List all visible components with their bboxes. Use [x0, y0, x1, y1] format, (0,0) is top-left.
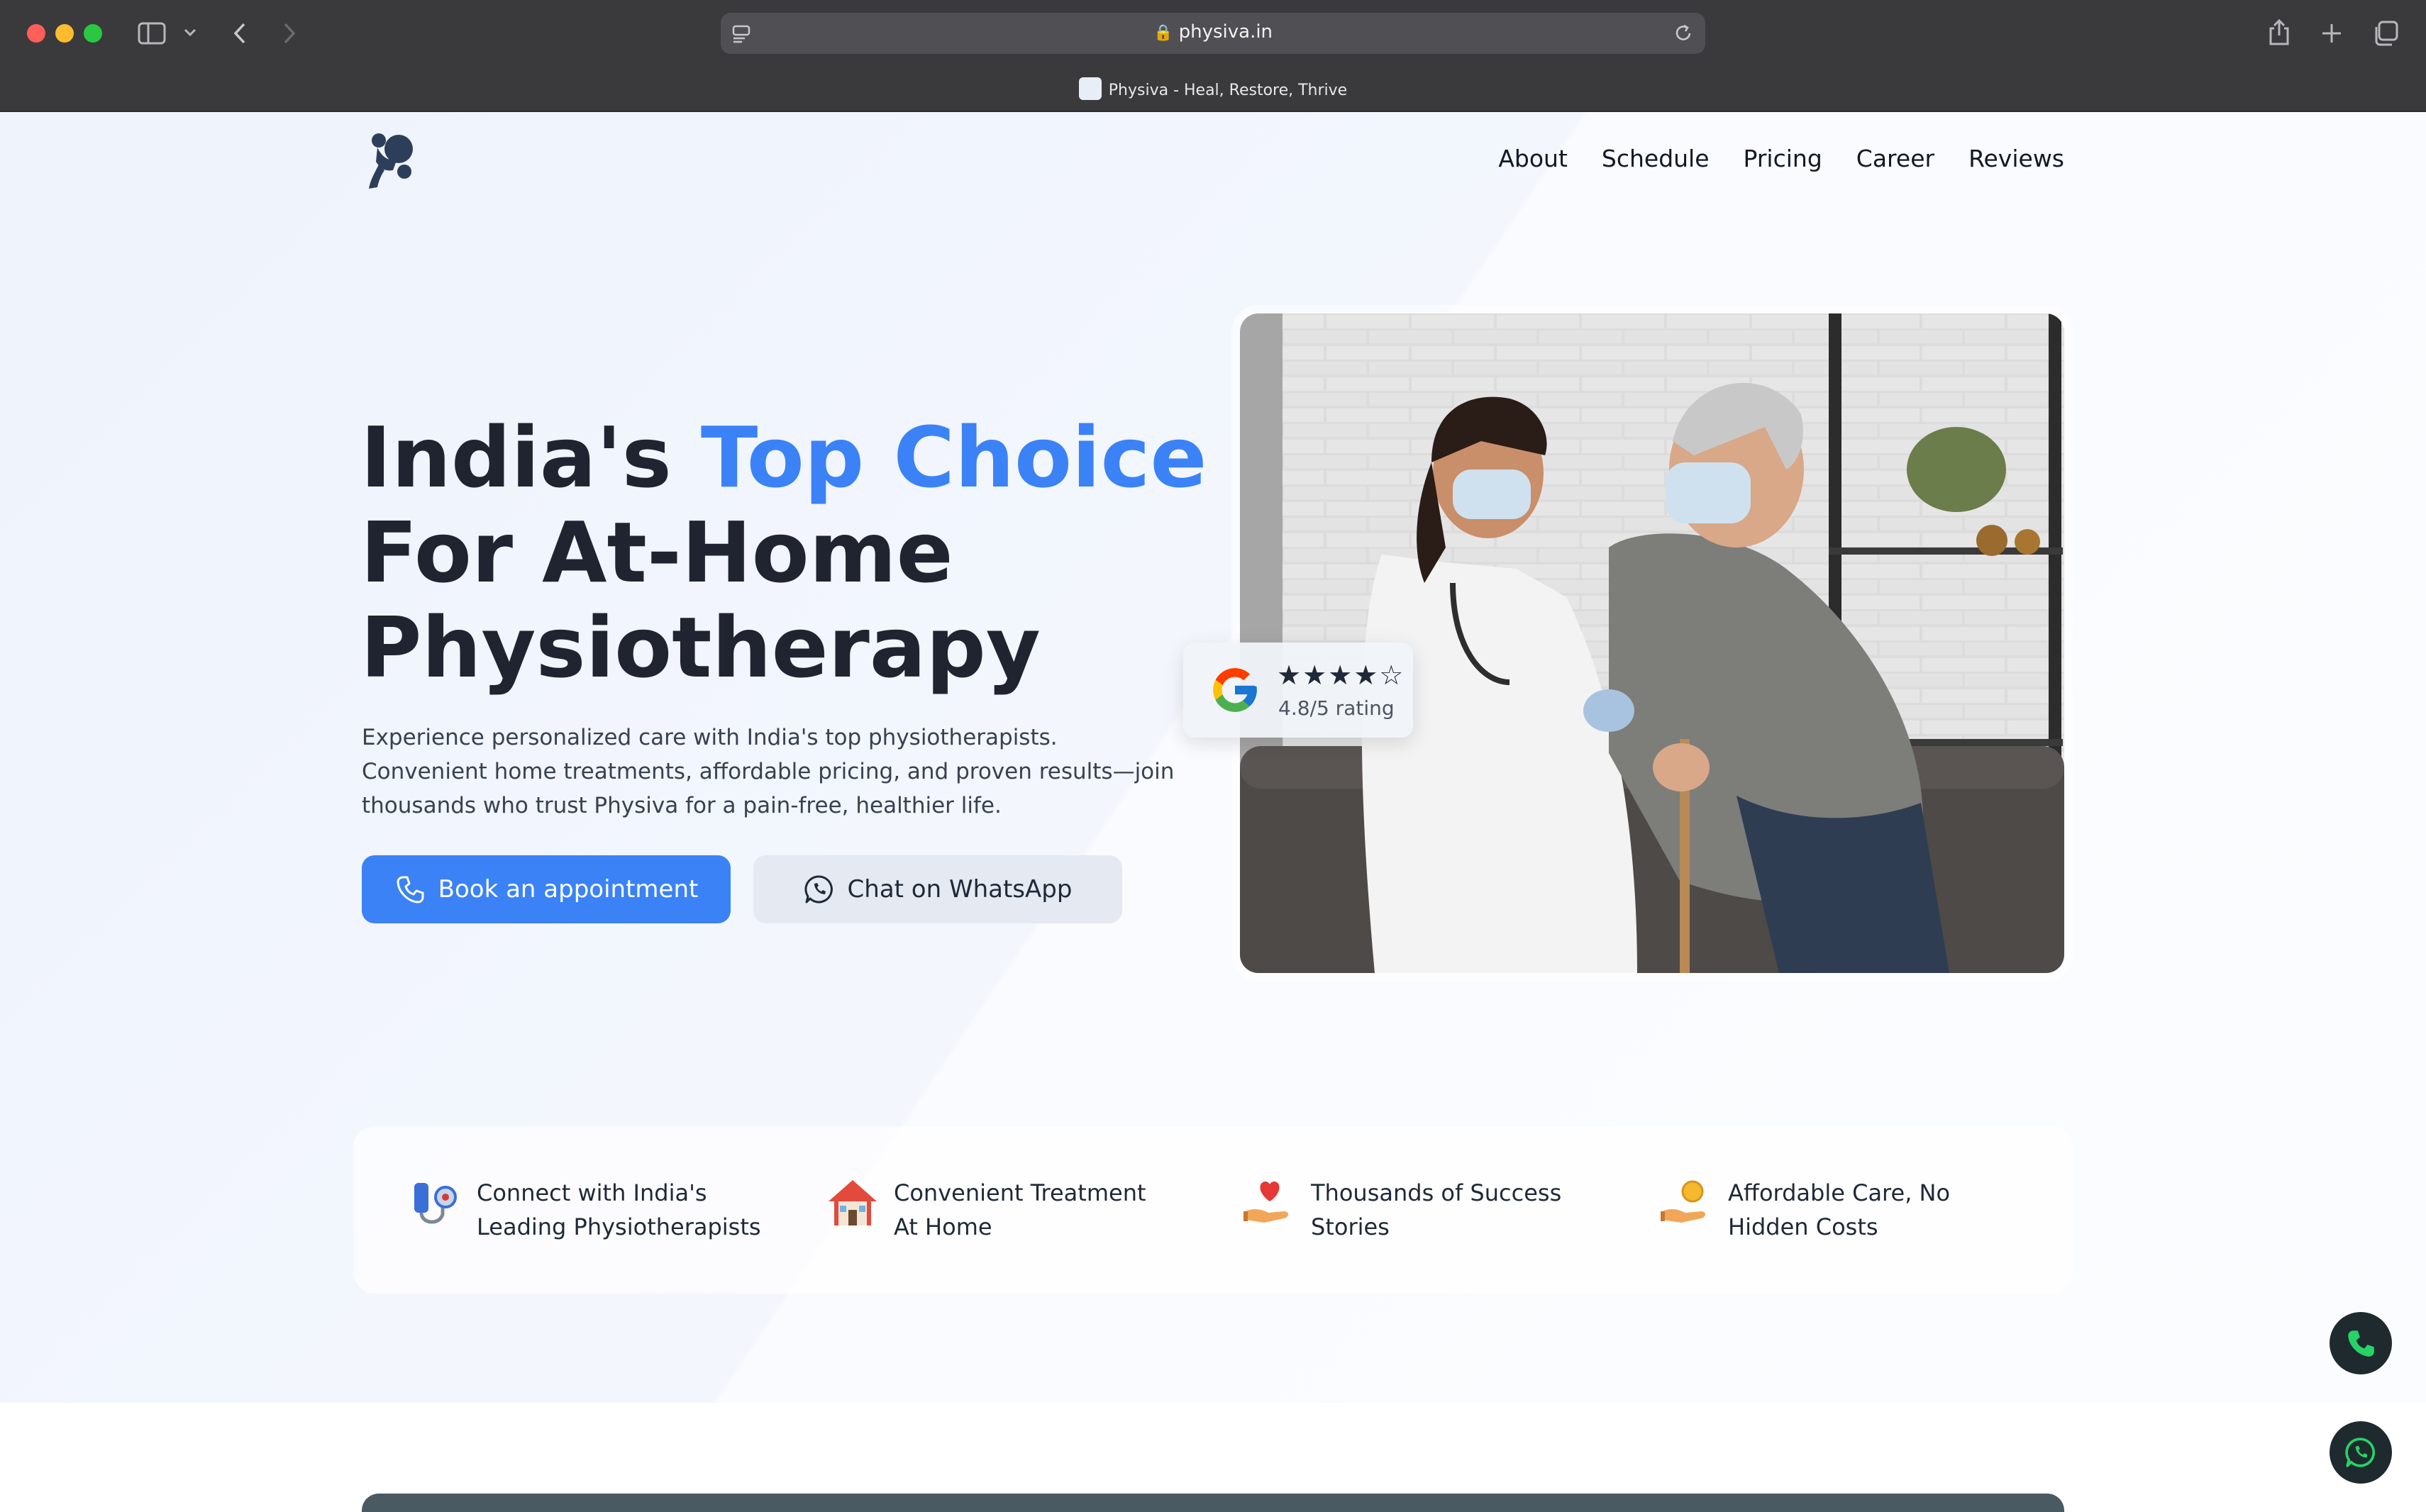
feature-item-physiotherapists: Connect with India's Leading Physiothera…	[409, 1176, 761, 1244]
tab-title-label: Physiva - Heal, Restore, Thrive	[1108, 82, 1348, 99]
google-rating-card: ★★★★☆ 4.8/5 rating	[1183, 643, 1413, 738]
headline-accent: Top Choice	[700, 408, 1207, 506]
minimize-window-button[interactable]	[55, 24, 74, 43]
close-window-button[interactable]	[27, 24, 45, 43]
nav-pricing[interactable]: Pricing	[1744, 145, 1822, 172]
book-appointment-label: Book an appointment	[438, 875, 699, 904]
feature-text: Affordable Care, No Hidden Costs	[1728, 1176, 1950, 1244]
new-tab-icon[interactable]	[2320, 21, 2344, 45]
browser-chrome: 🔒 physiva.in Physiva - Heal, Restore, Th…	[0, 0, 2426, 112]
hero-description: Experience personalized care with India'…	[362, 725, 1175, 818]
feature-text: Connect with India's Leading Physiothera…	[477, 1176, 761, 1244]
house-icon	[829, 1180, 877, 1225]
forward-icon[interactable]	[281, 21, 298, 45]
book-appointment-button[interactable]: Book an appointment	[362, 855, 731, 923]
lock-icon: 🔒	[1153, 24, 1173, 42]
reload-icon[interactable]	[1673, 23, 1694, 44]
google-logo-icon	[1213, 668, 1257, 712]
coin-hand-icon	[1661, 1180, 1705, 1223]
feature-line1: Convenient Treatment	[894, 1179, 1146, 1206]
address-bar[interactable]: 🔒 physiva.in	[721, 13, 1705, 54]
rating-stars: ★★★★☆	[1277, 660, 1405, 691]
physiva-logo-icon[interactable]	[362, 130, 419, 191]
active-tab[interactable]: Physiva - Heal, Restore, Thrive	[0, 77, 2426, 102]
feature-item-home-treatment: Convenient Treatment At Home	[826, 1176, 1146, 1244]
feature-line2: Hidden Costs	[1728, 1213, 1878, 1240]
back-icon[interactable]	[231, 21, 248, 45]
floating-whatsapp-button[interactable]	[2330, 1421, 2392, 1484]
floating-call-button[interactable]	[2330, 1312, 2392, 1374]
sidebar-toggle-icon[interactable]	[138, 21, 166, 45]
page-viewport: About Schedule Pricing Career Reviews In…	[0, 112, 2426, 1512]
feature-item-affordable-care: Affordable Care, No Hidden Costs	[1660, 1176, 1950, 1244]
nav-reviews[interactable]: Reviews	[1968, 145, 2064, 172]
feature-text: Convenient Treatment At Home	[894, 1176, 1146, 1244]
feature-line1: Affordable Care, No	[1728, 1179, 1951, 1206]
next-section-banner	[362, 1494, 2064, 1512]
maximize-window-button[interactable]	[84, 24, 102, 43]
phone-icon	[2348, 1330, 2374, 1357]
url-label: physiva.in	[1178, 21, 1273, 43]
feature-line2: Leading Physiotherapists	[477, 1213, 761, 1240]
tab-favicon-icon	[1078, 77, 1102, 100]
url-text: 🔒 physiva.in	[721, 21, 1705, 43]
share-icon[interactable]	[2267, 18, 2291, 47]
nav-schedule[interactable]: Schedule	[1602, 145, 1710, 172]
tab-overview-icon[interactable]	[2372, 20, 2399, 47]
whatsapp-icon	[2345, 1438, 2376, 1467]
chevron-down-icon[interactable]	[183, 27, 197, 38]
headline-line2: For At-Home	[360, 504, 953, 601]
phone-icon	[397, 876, 424, 904]
feature-text: Thousands of Success Stories	[1311, 1176, 1561, 1244]
main-nav: About Schedule Pricing Career Reviews	[1498, 145, 2064, 172]
feature-line1: Connect with India's	[477, 1179, 707, 1206]
headline-line3: Physiotherapy	[360, 599, 1041, 696]
feature-line2: At Home	[894, 1213, 992, 1240]
feature-line2: Stories	[1311, 1213, 1390, 1240]
feature-line1: Thousands of Success	[1311, 1179, 1562, 1206]
whatsapp-icon	[804, 875, 833, 904]
chat-whatsapp-label: Chat on WhatsApp	[847, 875, 1073, 904]
nav-career[interactable]: Career	[1856, 145, 1934, 172]
nav-about[interactable]: About	[1498, 145, 1568, 172]
feature-item-success-stories: Thousands of Success Stories	[1243, 1176, 1561, 1244]
heart-hand-icon	[1244, 1182, 1288, 1223]
rating-label: 4.8/5 rating	[1278, 696, 1395, 720]
chat-whatsapp-button[interactable]: Chat on WhatsApp	[753, 855, 1122, 923]
headline-part1: India's	[360, 408, 701, 506]
features-strip: Connect with India's Leading Physiothera…	[353, 1126, 2073, 1294]
stethoscope-icon	[414, 1183, 457, 1224]
hero-headline: India's Top Choice For At-Home Physiothe…	[360, 410, 1212, 695]
